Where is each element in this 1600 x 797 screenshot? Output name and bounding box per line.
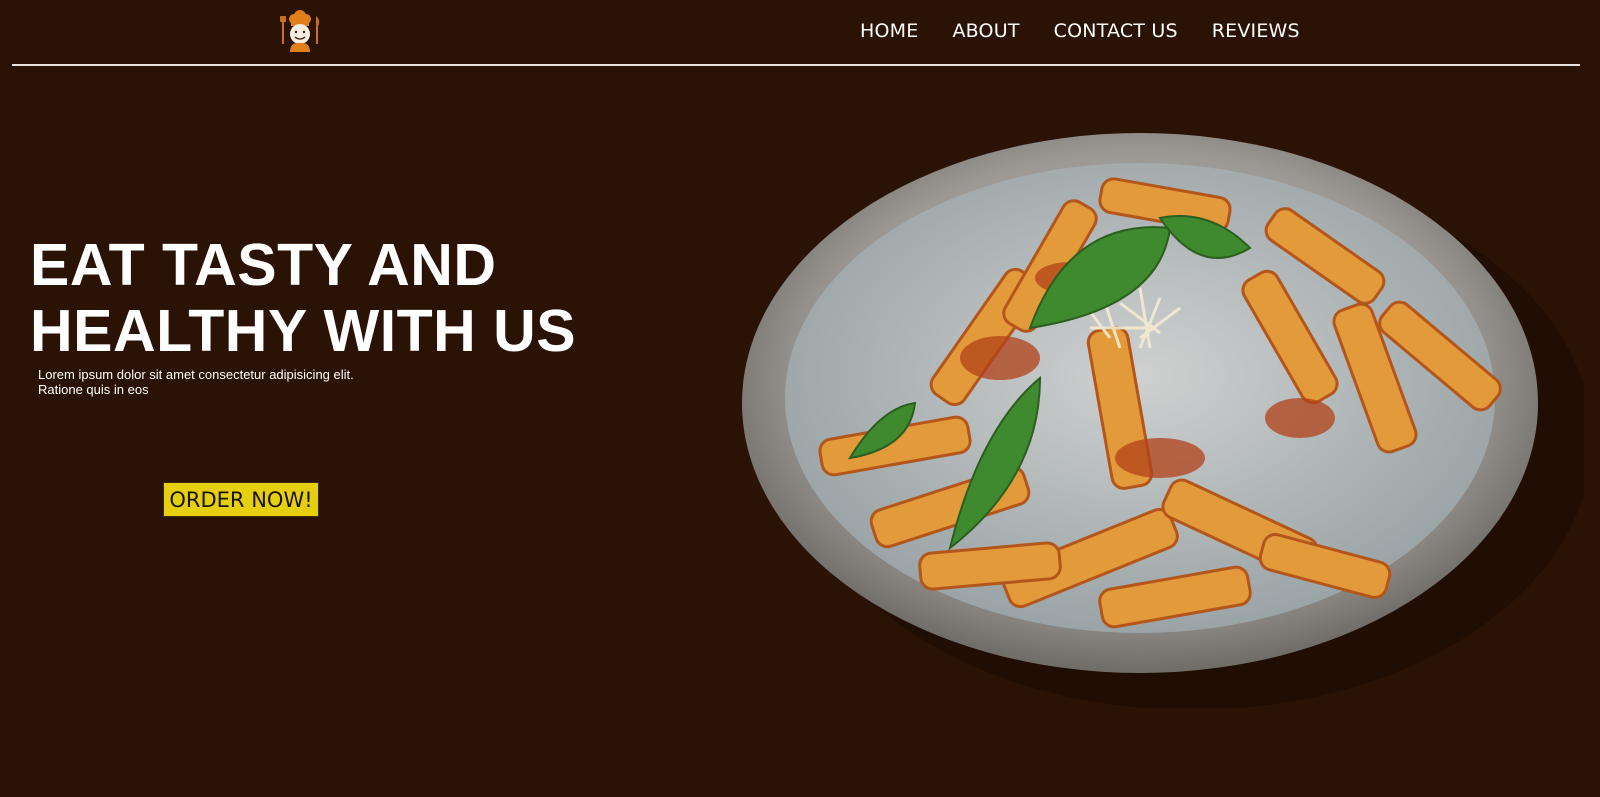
chef-mascot-icon[interactable] [278,10,322,52]
header-divider [12,64,1580,66]
site-header: HOME ABOUT CONTACT US REVIEWS [0,0,1584,66]
nav-about-link[interactable]: ABOUT [952,20,1019,42]
nav-contact-link[interactable]: CONTACT US [1054,20,1178,42]
hero-headline: EAT TASTY AND HEALTHY WITH US [30,232,577,364]
hero-subtext: Lorem ipsum dolor sit amet consectetur a… [38,367,354,397]
pasta-plate-image [740,128,1592,710]
main-nav: HOME ABOUT CONTACT US REVIEWS [860,20,1334,42]
nav-home-link[interactable]: HOME [860,20,918,42]
page-scrollbar[interactable] [1584,0,1600,797]
nav-reviews-link[interactable]: REVIEWS [1212,20,1300,42]
order-now-button[interactable]: ORDER NOW! [163,482,319,517]
